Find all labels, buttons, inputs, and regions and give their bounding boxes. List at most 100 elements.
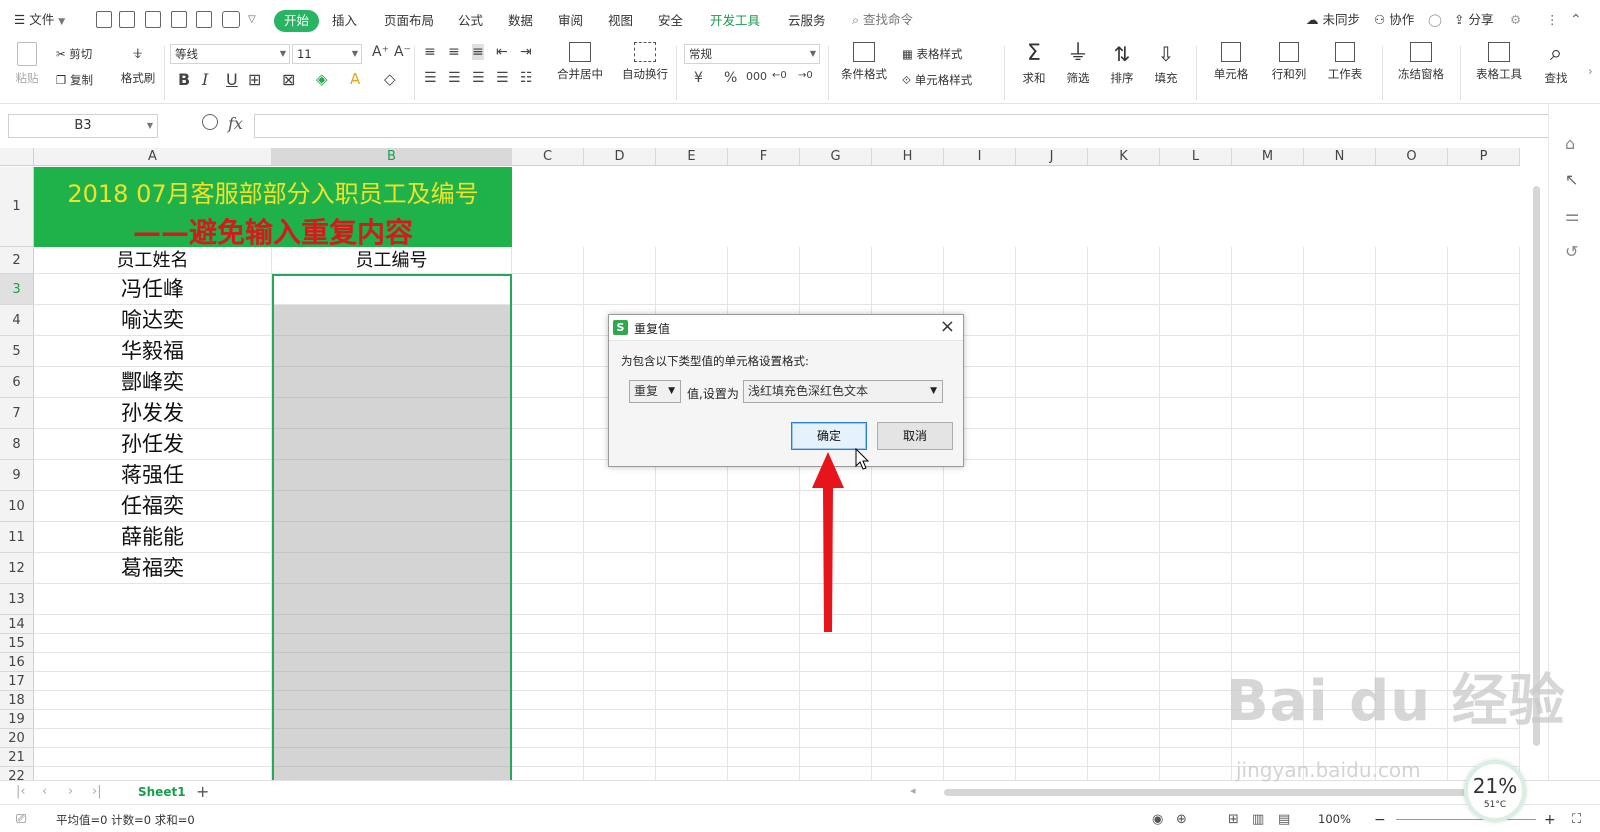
share-button[interactable]: ⇪ 分享: [1454, 10, 1493, 30]
eye-protection-icon[interactable]: ◉: [1152, 812, 1163, 827]
cell-j12[interactable]: [1016, 553, 1088, 584]
row-header-4[interactable]: 4: [0, 305, 34, 336]
cell-b6[interactable]: [272, 367, 512, 398]
fullscreen-icon[interactable]: ⛶: [1572, 812, 1581, 827]
cell-b16[interactable]: [272, 653, 512, 672]
tab-page-layout[interactable]: 页面布局: [384, 10, 434, 32]
cell-o15[interactable]: [1376, 634, 1448, 653]
cell-i19[interactable]: [944, 710, 1016, 729]
cell-i12[interactable]: [944, 553, 1016, 584]
column-header-m[interactable]: M: [1232, 148, 1304, 166]
worksheet-button[interactable]: 工作表: [1322, 42, 1368, 82]
cell-m8[interactable]: [1232, 429, 1304, 460]
cell-g15[interactable]: [800, 634, 872, 653]
cell-o10[interactable]: [1376, 491, 1448, 522]
cell-n2[interactable]: [1304, 247, 1376, 274]
sum-button[interactable]: Σ 求和: [1016, 42, 1052, 86]
cell-l16[interactable]: [1160, 653, 1232, 672]
row-header-12[interactable]: 12: [0, 553, 34, 584]
cell-c22[interactable]: [512, 767, 584, 780]
thousands-separator-icon[interactable]: 000: [746, 70, 767, 83]
cell-j2[interactable]: [1016, 247, 1088, 274]
cell-d19[interactable]: [584, 710, 656, 729]
cell-n7[interactable]: [1304, 398, 1376, 429]
cell-n5[interactable]: [1304, 336, 1376, 367]
align-left-icon[interactable]: ☰: [424, 70, 437, 86]
zoom-formula-icon[interactable]: [202, 114, 218, 130]
cell-a16[interactable]: [34, 653, 272, 672]
merge-center-button[interactable]: 合并居中: [550, 42, 610, 82]
tab-security[interactable]: 安全: [658, 10, 683, 32]
wrap-text-button[interactable]: 自动换行: [620, 42, 670, 82]
cell-l8[interactable]: [1160, 429, 1232, 460]
cell-m11[interactable]: [1232, 522, 1304, 553]
cell-m3[interactable]: [1232, 274, 1304, 305]
cell-c5[interactable]: [512, 336, 584, 367]
cell-b17[interactable]: [272, 672, 512, 691]
row-header-13[interactable]: 13: [0, 584, 34, 615]
cell-i11[interactable]: [944, 522, 1016, 553]
cell-n10[interactable]: [1304, 491, 1376, 522]
cell-b5[interactable]: [272, 336, 512, 367]
cell-e19[interactable]: [656, 710, 728, 729]
cell-b7[interactable]: [272, 398, 512, 429]
properties-icon[interactable]: ⌂: [1565, 134, 1575, 153]
cell-l19[interactable]: [1160, 710, 1232, 729]
justify-icon[interactable]: ☰: [496, 70, 509, 86]
cell-h11[interactable]: [872, 522, 944, 553]
freeze-panes-button[interactable]: 冻结窗格: [1392, 42, 1450, 82]
cell-g18[interactable]: [800, 691, 872, 710]
cell-c16[interactable]: [512, 653, 584, 672]
paste-button[interactable]: 粘贴: [10, 42, 44, 86]
font-name-select[interactable]: 等线 ▼: [170, 44, 290, 64]
column-header-l[interactable]: L: [1160, 148, 1232, 166]
close-icon[interactable]: ×: [940, 316, 955, 337]
italic-icon[interactable]: I: [202, 70, 208, 89]
cell-o13[interactable]: [1376, 584, 1448, 615]
cell-c18[interactable]: [512, 691, 584, 710]
cell-o14[interactable]: [1376, 615, 1448, 634]
row-header-5[interactable]: 5: [0, 336, 34, 367]
cell-e3[interactable]: [656, 274, 728, 305]
cell-h17[interactable]: [872, 672, 944, 691]
cell-f3[interactable]: [728, 274, 800, 305]
cell-h3[interactable]: [872, 274, 944, 305]
cell-d21[interactable]: [584, 748, 656, 767]
cell-b2[interactable]: 员工编号: [272, 247, 512, 274]
cell-g2[interactable]: [800, 247, 872, 274]
search-command[interactable]: ⌕ 查找命令: [852, 10, 913, 30]
cell-b9[interactable]: [272, 460, 512, 491]
cell-d15[interactable]: [584, 634, 656, 653]
zoom-slider[interactable]: [1396, 819, 1536, 820]
cell-c8[interactable]: [512, 429, 584, 460]
cell-e12[interactable]: [656, 553, 728, 584]
cell-i2[interactable]: [944, 247, 1016, 274]
cell-k14[interactable]: [1088, 615, 1160, 634]
indent-decrease-icon[interactable]: ⇤: [496, 44, 508, 60]
row-header-14[interactable]: 14: [0, 615, 34, 634]
cell-d2[interactable]: [584, 247, 656, 274]
cell-e13[interactable]: [656, 584, 728, 615]
cell-j3[interactable]: [1016, 274, 1088, 305]
row-header-17[interactable]: 17: [0, 672, 34, 691]
align-top-icon[interactable]: ≡: [424, 44, 436, 60]
cancel-button[interactable]: 取消: [877, 422, 953, 450]
row-header-21[interactable]: 21: [0, 748, 34, 767]
cell-e11[interactable]: [656, 522, 728, 553]
font-color-icon[interactable]: A: [350, 70, 360, 88]
cell-f2[interactable]: [728, 247, 800, 274]
cell-h15[interactable]: [872, 634, 944, 653]
format-painter-button[interactable]: ⍖ 格式刷: [118, 42, 158, 86]
column-header-g[interactable]: G: [800, 148, 872, 166]
number-format-select[interactable]: 常规 ▼: [684, 44, 820, 64]
cell-a19[interactable]: [34, 710, 272, 729]
column-header-o[interactable]: O: [1376, 148, 1448, 166]
cell-d3[interactable]: [584, 274, 656, 305]
cell-j20[interactable]: [1016, 729, 1088, 748]
format-style-select[interactable]: 浅红填充色深红色文本 ▼: [743, 380, 943, 403]
cell-p13[interactable]: [1448, 584, 1520, 615]
row-col-button[interactable]: 行和列: [1266, 42, 1312, 82]
cell-g17[interactable]: [800, 672, 872, 691]
cell-b3[interactable]: [272, 274, 512, 305]
cell-h21[interactable]: [872, 748, 944, 767]
